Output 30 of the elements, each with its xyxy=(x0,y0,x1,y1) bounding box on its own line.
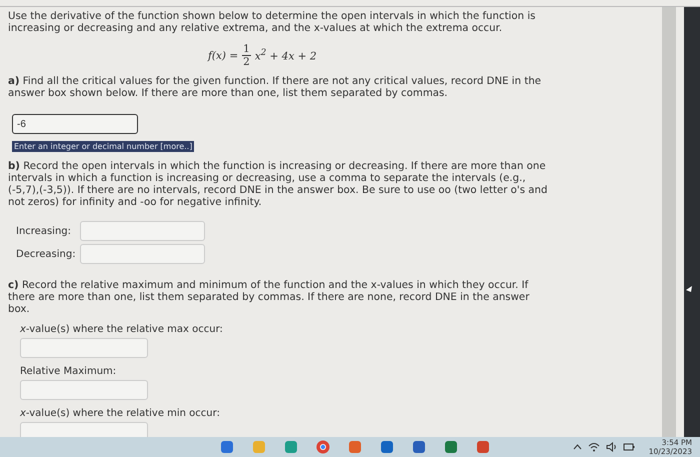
answer-field[interactable] xyxy=(80,221,205,241)
battery-icon[interactable] xyxy=(622,442,635,452)
answer-field[interactable] xyxy=(20,380,148,400)
instructions-text: Use the derivative of the function shown below to determine the open intervals in which the function is increasing or decreasing and any relative extrema, and the x-values at which the extrema occur. xyxy=(8,11,536,35)
answer-field[interactable]: -6 xyxy=(12,114,138,134)
speaker-icon[interactable] xyxy=(606,442,617,452)
app-icon[interactable] xyxy=(412,440,426,454)
app-icon[interactable] xyxy=(380,440,394,454)
field-label: Decreasing: xyxy=(16,248,76,260)
scrollbar[interactable] xyxy=(662,7,700,437)
app-icon[interactable] xyxy=(476,440,490,454)
answer-field[interactable] xyxy=(80,244,205,264)
app-icon[interactable] xyxy=(284,440,298,454)
more-link[interactable]: [more..] xyxy=(160,142,192,151)
question-text: c) Record the relative maximum and minimum of the function and the x-values in which they occur. If there are more than one, list them separated by commas. If there are none, record DNE in the answer box. xyxy=(8,280,530,316)
app-icon[interactable] xyxy=(444,440,458,454)
app-icon[interactable] xyxy=(348,440,362,454)
answer-field[interactable] xyxy=(20,422,148,437)
field-label: x-value(s) where the relative min occur: xyxy=(20,408,221,419)
app-icon[interactable] xyxy=(220,440,234,454)
field-label: Relative Maximum: xyxy=(20,366,118,377)
question-text: b) Record the open intervals in which the function is increasing or decreasing. If there are more than one intervals in which a function is increasing or decreasing, use a comma to separate the intervals (e.g., (-5,7),(-3,5)). If there are no intervals, record DNE in the answer box. Be sure to use oo (two letter o's and not zeros) for infinity and -oo for negative infinity. xyxy=(8,161,548,209)
app-icon[interactable] xyxy=(316,440,330,454)
chevron-up-icon[interactable] xyxy=(572,444,582,450)
field-label: Increasing: xyxy=(16,226,72,236)
field-label: x-value(s) where the relative max occur: xyxy=(20,324,224,335)
input-hint: Enter an integer or decimal number [more..] xyxy=(12,141,194,152)
wifi-icon[interactable] xyxy=(588,442,600,452)
question-text: a) Find all the critical values for the given function. If there are not any critical values, record DNE in the answer box shown below. If there are more than one, list them separated by commas. xyxy=(8,76,542,100)
answer-field[interactable] xyxy=(20,338,148,358)
